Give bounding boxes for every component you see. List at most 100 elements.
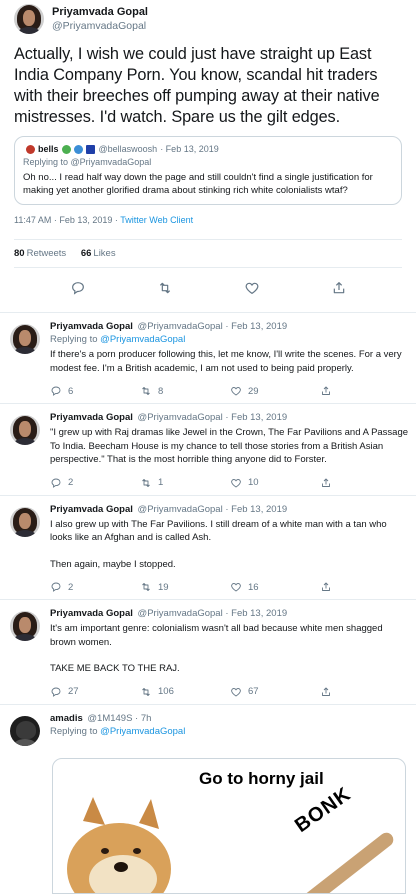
reply-handle-date[interactable]: @1M149S · 7h bbox=[87, 713, 151, 724]
reply-icon bbox=[50, 477, 62, 489]
avatar[interactable] bbox=[10, 506, 40, 537]
retweets-count: 80 bbox=[14, 248, 25, 259]
reply-tweet[interactable]: Priyamvada Gopal @PriyamvadaGopal · Feb … bbox=[0, 404, 416, 496]
share-icon[interactable] bbox=[331, 280, 347, 296]
reply-button[interactable]: 27 bbox=[50, 686, 140, 698]
reply-icon bbox=[50, 686, 62, 698]
retweet-count: 1 bbox=[158, 477, 164, 488]
retweet-icon bbox=[140, 477, 152, 489]
retweet-icon[interactable] bbox=[157, 280, 173, 296]
like-button[interactable]: 29 bbox=[230, 385, 320, 397]
share-icon bbox=[320, 477, 332, 489]
user-handle[interactable]: @PriyamvadaGopal bbox=[52, 19, 148, 33]
retweet-button[interactable]: 19 bbox=[140, 581, 230, 593]
retweet-count: 19 bbox=[158, 581, 169, 593]
like-icon[interactable] bbox=[244, 280, 260, 296]
reply-icon[interactable] bbox=[70, 280, 86, 296]
avatar bbox=[26, 144, 35, 154]
tweet-actions bbox=[14, 268, 402, 308]
likes-label: Likes bbox=[93, 248, 116, 259]
share-button[interactable] bbox=[320, 385, 410, 397]
globe-icon bbox=[73, 144, 83, 154]
reply-handle-date[interactable]: @PriyamvadaGopal · Feb 13, 2019 bbox=[138, 412, 288, 423]
reply-author-name[interactable]: Priyamvada Gopal bbox=[50, 321, 133, 332]
main-tweet-author[interactable]: Priyamvada Gopal @PriyamvadaGopal bbox=[14, 0, 402, 34]
like-button[interactable]: 10 bbox=[230, 477, 320, 489]
reply-handle-date[interactable]: @PriyamvadaGopal · Feb 13, 2019 bbox=[138, 608, 288, 619]
avatar[interactable] bbox=[10, 324, 40, 354]
share-button[interactable] bbox=[320, 477, 410, 489]
likes-stat[interactable]: 66 Likes bbox=[81, 248, 116, 259]
quoted-tweet[interactable]: bells @bellaswoosh · Feb 13, 2019 Replyi… bbox=[14, 136, 402, 205]
reply-text: "I grew up with Raj dramas like Jewel in… bbox=[50, 427, 409, 465]
reply-author-name[interactable]: amadis bbox=[50, 713, 83, 724]
main-tweet: Priyamvada Gopal @PriyamvadaGopal Actual… bbox=[0, 0, 416, 308]
display-name[interactable]: Priyamvada Gopal bbox=[52, 5, 148, 19]
reply-count: 6 bbox=[68, 385, 74, 397]
avatar[interactable] bbox=[10, 611, 40, 641]
replying-to: Replying to @PriyamvadaGopal bbox=[50, 726, 402, 737]
share-icon bbox=[320, 581, 332, 593]
like-icon bbox=[230, 581, 242, 593]
client-link[interactable]: Twitter Web Client bbox=[120, 215, 193, 225]
share-button[interactable] bbox=[320, 581, 410, 593]
reply-icon bbox=[50, 385, 62, 397]
replying-prefix: Replying to bbox=[50, 334, 98, 345]
quote-replying-to: Replying to @PriyamvadaGopal bbox=[23, 157, 393, 167]
like-icon bbox=[230, 385, 242, 397]
avatar[interactable] bbox=[10, 715, 40, 746]
share-icon bbox=[320, 686, 332, 698]
retweets-label: Retweets bbox=[26, 248, 67, 259]
reply-handle-date[interactable]: @PriyamvadaGopal · Feb 13, 2019 bbox=[138, 321, 288, 332]
reply-text: It's am important genre: colonialism was… bbox=[50, 623, 383, 648]
reply-author-name[interactable]: Priyamvada Gopal bbox=[50, 608, 133, 619]
replying-handle[interactable]: @PriyamvadaGopal bbox=[100, 726, 185, 737]
reply-text-second-paragraph: Then again, maybe I stopped. bbox=[50, 558, 176, 570]
retweet-button[interactable]: 8 bbox=[140, 385, 230, 397]
reply-button[interactable]: 2 bbox=[50, 477, 140, 489]
reply-count: 27 bbox=[68, 686, 79, 697]
eu-flag-icon bbox=[85, 144, 95, 154]
like-count: 29 bbox=[248, 385, 259, 397]
tweet-text: Actually, I wish we could just have stra… bbox=[14, 45, 380, 126]
like-icon bbox=[230, 477, 242, 489]
avatar[interactable] bbox=[14, 4, 44, 34]
like-count: 67 bbox=[248, 686, 259, 697]
reply-author-name[interactable]: Priyamvada Gopal bbox=[50, 412, 133, 423]
retweet-button[interactable]: 1 bbox=[140, 477, 230, 489]
reply-button[interactable]: 2 bbox=[50, 581, 140, 593]
retweets-stat[interactable]: 80 Retweets bbox=[14, 248, 66, 259]
reply-tweet[interactable]: Priyamvada Gopal @PriyamvadaGopal · Feb … bbox=[0, 600, 416, 705]
like-count: 10 bbox=[248, 477, 259, 488]
retweet-button[interactable]: 106 bbox=[140, 686, 230, 698]
like-count: 16 bbox=[248, 581, 259, 593]
reply-handle-date[interactable]: @PriyamvadaGopal · Feb 13, 2019 bbox=[138, 504, 288, 515]
meme-image[interactable]: Go to horny jail BONK bbox=[52, 758, 406, 894]
timestamp-text[interactable]: 11:47 AM · Feb 13, 2019 · bbox=[14, 215, 120, 225]
reply-text: If there's a porn producer following thi… bbox=[50, 349, 402, 374]
share-button[interactable] bbox=[320, 686, 410, 698]
reply-tweet[interactable]: Priyamvada Gopal @PriyamvadaGopal · Feb … bbox=[0, 496, 416, 600]
reply-author-name[interactable]: Priyamvada Gopal bbox=[50, 504, 133, 515]
reply-icon bbox=[50, 581, 62, 593]
reply-text: I also grew up with The Far Pavilions. I… bbox=[50, 518, 387, 544]
green-heart-icon bbox=[61, 144, 71, 154]
like-button[interactable]: 16 bbox=[230, 581, 320, 593]
reply-text-second-paragraph: TAKE ME BACK TO THE RAJ. bbox=[50, 663, 180, 674]
quote-author-name: bells bbox=[38, 144, 59, 154]
avatar[interactable] bbox=[10, 415, 40, 445]
reply-button[interactable]: 6 bbox=[50, 385, 140, 397]
retweet-icon bbox=[140, 581, 152, 593]
like-button[interactable]: 67 bbox=[230, 686, 320, 698]
replying-prefix: Replying to bbox=[50, 725, 98, 737]
reply-tweet[interactable]: Priyamvada Gopal @PriyamvadaGopal · Feb … bbox=[0, 313, 416, 404]
quote-date: · Feb 13, 2019 bbox=[160, 144, 219, 154]
replying-handle[interactable]: @PriyamvadaGopal bbox=[100, 334, 185, 345]
retweet-count: 106 bbox=[158, 686, 174, 697]
retweet-icon bbox=[140, 686, 152, 698]
reply-tweet[interactable]: amadis @1M149S · 7h Replying to @Priyamv… bbox=[0, 705, 416, 752]
likes-count: 66 bbox=[80, 248, 92, 259]
replying-handle: @PriyamvadaGopal bbox=[70, 157, 152, 167]
retweet-count: 8 bbox=[158, 385, 164, 397]
engagement-stats: 80 Retweets 66 Likes bbox=[14, 240, 402, 267]
